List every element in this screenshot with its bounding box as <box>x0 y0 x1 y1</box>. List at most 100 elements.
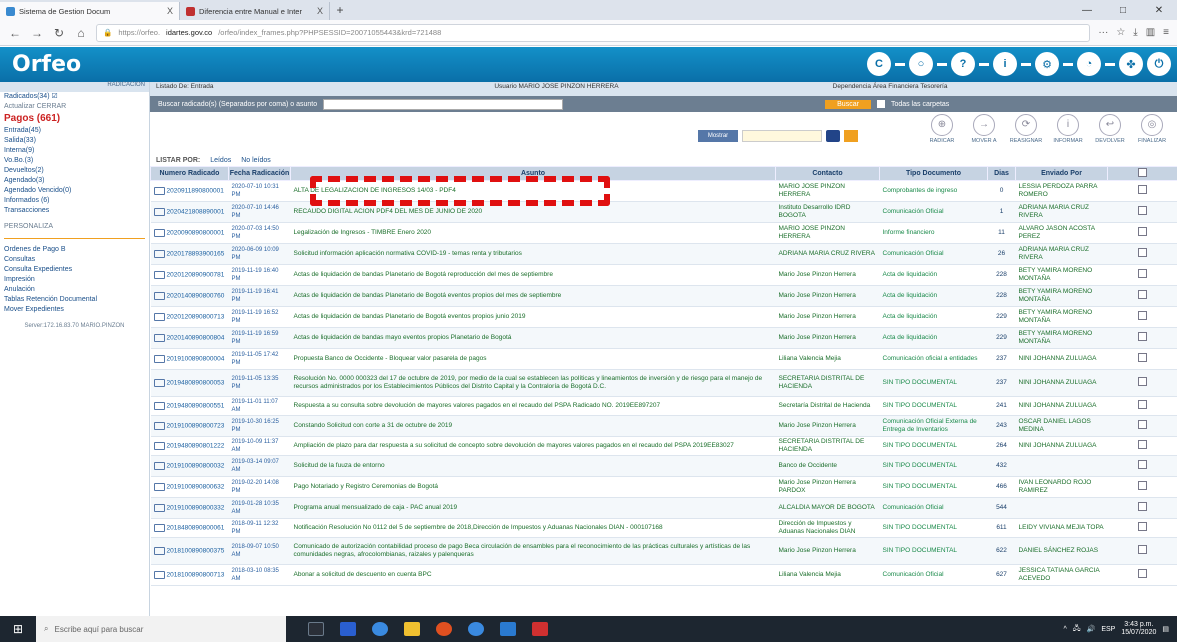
document-icon[interactable] <box>153 207 165 216</box>
browser-tab[interactable]: Diferencia entre Manual e Inter X <box>180 2 330 20</box>
radicado-number[interactable]: 2018480890800061 <box>167 524 225 531</box>
radicado-number[interactable]: 2019100890800032 <box>167 462 225 469</box>
row-checkbox[interactable] <box>1138 311 1147 320</box>
stats-icon[interactable]: ◔ <box>1077 52 1101 76</box>
subject-link[interactable]: Propuesta Banco de Occidente - Bloquear … <box>294 355 487 362</box>
document-icon[interactable] <box>153 291 165 300</box>
forward-icon[interactable]: → <box>30 26 44 40</box>
subject-link[interactable]: Solicitud información aplicación normati… <box>294 250 522 257</box>
radicado-number-cell[interactable]: 2018100890800713 <box>150 564 229 586</box>
folder-select-button[interactable] <box>844 130 858 142</box>
table-row[interactable]: 2019100890800032 2019-03-14 09:07 AM Solic… <box>150 455 1177 477</box>
row-checkbox[interactable] <box>1138 481 1147 490</box>
radicado-number-cell[interactable]: 2019100890800632 <box>150 476 229 498</box>
table-row[interactable]: 2020140890800760 2019-11-19 16:41 PM Actas… <box>150 285 1177 307</box>
action-reasignar[interactable]: ⟳ REASIGNAR <box>1005 112 1047 144</box>
subject-link[interactable]: Notificación Resolución No 0112 del 5 de… <box>294 524 663 531</box>
subject-link-cell[interactable]: Abonar a solicitud de descuento en cuent… <box>290 564 776 586</box>
menu-anulacion[interactable]: Anulación <box>0 285 149 295</box>
document-icon[interactable] <box>153 401 165 410</box>
subject-link[interactable]: Programa anual mensualizado de caja - PA… <box>294 504 458 511</box>
row-checkbox[interactable] <box>1138 227 1147 236</box>
menu-interna[interactable]: Interna(9) <box>0 146 149 156</box>
subject-link-cell[interactable]: Actas de liquidación de bandas Planetari… <box>290 306 776 328</box>
column-header[interactable]: Tipo Documento <box>879 166 988 181</box>
table-row[interactable]: 2020120890900781 2019-11-19 16:40 PM Actas… <box>150 264 1177 286</box>
subject-link-cell[interactable]: Ampliación de plazo para dar respuesta a… <box>290 436 776 456</box>
column-header[interactable]: Numero Radicado <box>150 166 229 181</box>
menu-vobo[interactable]: Vo.Bo.(3) <box>0 156 149 166</box>
menu-mover-expedientes[interactable]: Mover Expedientes <box>0 305 149 315</box>
select-cell[interactable] <box>1107 537 1177 565</box>
maximize-icon[interactable]: □ <box>1105 0 1141 20</box>
row-checkbox[interactable] <box>1138 400 1147 409</box>
volume-icon[interactable]: 🔊 <box>1087 625 1096 633</box>
row-checkbox[interactable] <box>1138 569 1147 578</box>
action-informar[interactable]: i INFORMAR <box>1047 112 1089 144</box>
document-icon[interactable] <box>153 249 165 258</box>
table-row[interactable]: 2019100890800723 2019-10-30 16:25 PM Const… <box>150 415 1177 437</box>
radicado-number-cell[interactable]: 2020120890900781 <box>150 264 229 286</box>
select-cell[interactable] <box>1107 564 1177 586</box>
menu-icon[interactable]: ≡ <box>1163 27 1169 38</box>
select-all-header[interactable] <box>1107 166 1177 181</box>
browser-tab-active[interactable]: Sistema de Gestion Docum X <box>0 2 180 20</box>
language-indicator[interactable]: ESP <box>1101 626 1115 633</box>
select-cell[interactable] <box>1107 222 1177 244</box>
radicado-number[interactable]: 2020911890800001 <box>167 187 224 194</box>
logout-icon[interactable]: ⏻ <box>1147 52 1171 76</box>
info-icon[interactable]: i <box>993 52 1017 76</box>
more-icon[interactable]: ··· <box>1098 27 1108 38</box>
subject-link-cell[interactable]: Respuesta a su consulta sobre devolución… <box>290 396 776 416</box>
action-finalizar[interactable]: ◎ FINALIZAR <box>1131 112 1173 144</box>
radicado-number[interactable]: 2019480890801222 <box>167 442 225 449</box>
bookmark-star-icon[interactable]: ☆ <box>1116 27 1125 38</box>
select-cell[interactable] <box>1107 436 1177 456</box>
radicado-number[interactable]: 2020120890900781 <box>167 271 225 278</box>
row-checkbox[interactable] <box>1138 332 1147 341</box>
subject-link[interactable]: Abonar a solicitud de descuento en cuent… <box>294 571 432 578</box>
row-checkbox[interactable] <box>1138 206 1147 215</box>
document-icon[interactable] <box>153 421 165 430</box>
subject-link-cell[interactable]: Solicitud de la fuuza de entorno <box>290 455 776 477</box>
radicado-number[interactable]: 2019100890800632 <box>167 483 225 490</box>
radicado-number[interactable]: 2020140890800760 <box>167 292 225 299</box>
table-row[interactable]: 2019100890800332 2019-01-28 10:35 AM Progr… <box>150 497 1177 519</box>
radicado-number[interactable]: 2018100890800375 <box>167 547 225 554</box>
store-icon[interactable] <box>340 622 356 636</box>
document-icon[interactable] <box>153 378 165 387</box>
subject-link-cell[interactable]: Notificación Resolución No 0112 del 5 de… <box>290 518 776 538</box>
subject-link-cell[interactable]: Actas de liquidación de bandas Planetari… <box>290 264 776 286</box>
document-icon[interactable] <box>153 523 165 532</box>
radicado-number-cell[interactable]: 2020421808890001 <box>150 201 229 223</box>
filter-input[interactable] <box>742 130 822 142</box>
show-button[interactable]: Mostrar <box>698 130 738 142</box>
subject-link-cell[interactable]: Resolución No. 0000 000323 del 17 de oct… <box>290 369 776 397</box>
radicado-number[interactable]: 2020090890800001 <box>167 229 225 236</box>
row-checkbox[interactable] <box>1138 440 1147 449</box>
row-checkbox[interactable] <box>1138 522 1147 531</box>
search-input[interactable] <box>323 98 564 110</box>
table-row[interactable]: 2020090890800001 2020-07-03 14:50 PM Legal… <box>150 222 1177 244</box>
select-cell[interactable] <box>1107 455 1177 477</box>
radicado-number[interactable]: 2019100890800004 <box>167 355 225 362</box>
subject-link[interactable]: Actas de liquidación de bandas mayo even… <box>294 334 512 341</box>
task-view-icon[interactable] <box>308 622 324 636</box>
menu-salida[interactable]: Salida(33) <box>0 136 149 146</box>
document-icon[interactable] <box>153 312 165 321</box>
menu-agendado[interactable]: Agendado(3) <box>0 176 149 186</box>
document-icon[interactable] <box>153 503 165 512</box>
radicado-number-cell[interactable]: 2019100890800332 <box>150 497 229 519</box>
row-checkbox[interactable] <box>1138 248 1147 257</box>
select-cell[interactable] <box>1107 415 1177 437</box>
subject-link-cell[interactable]: Programa anual mensualizado de caja - PA… <box>290 497 776 519</box>
library-icon[interactable]: ▥ <box>1146 27 1155 38</box>
tray-chevron-icon[interactable]: ^ <box>1063 626 1066 633</box>
select-cell[interactable] <box>1107 348 1177 370</box>
action-devolver[interactable]: ↩ DEVOLVER <box>1089 112 1131 144</box>
radicado-number-cell[interactable]: 2019480890800551 <box>150 396 229 416</box>
radicado-number[interactable]: 2020140890800804 <box>167 334 225 341</box>
user-icon[interactable]: ○ <box>909 52 933 76</box>
subject-link[interactable]: Pago Notariado y Registro Ceremonias de … <box>294 483 439 490</box>
table-row[interactable]: 2018100890800713 2018-03-10 08:35 AM Abona… <box>150 564 1177 586</box>
